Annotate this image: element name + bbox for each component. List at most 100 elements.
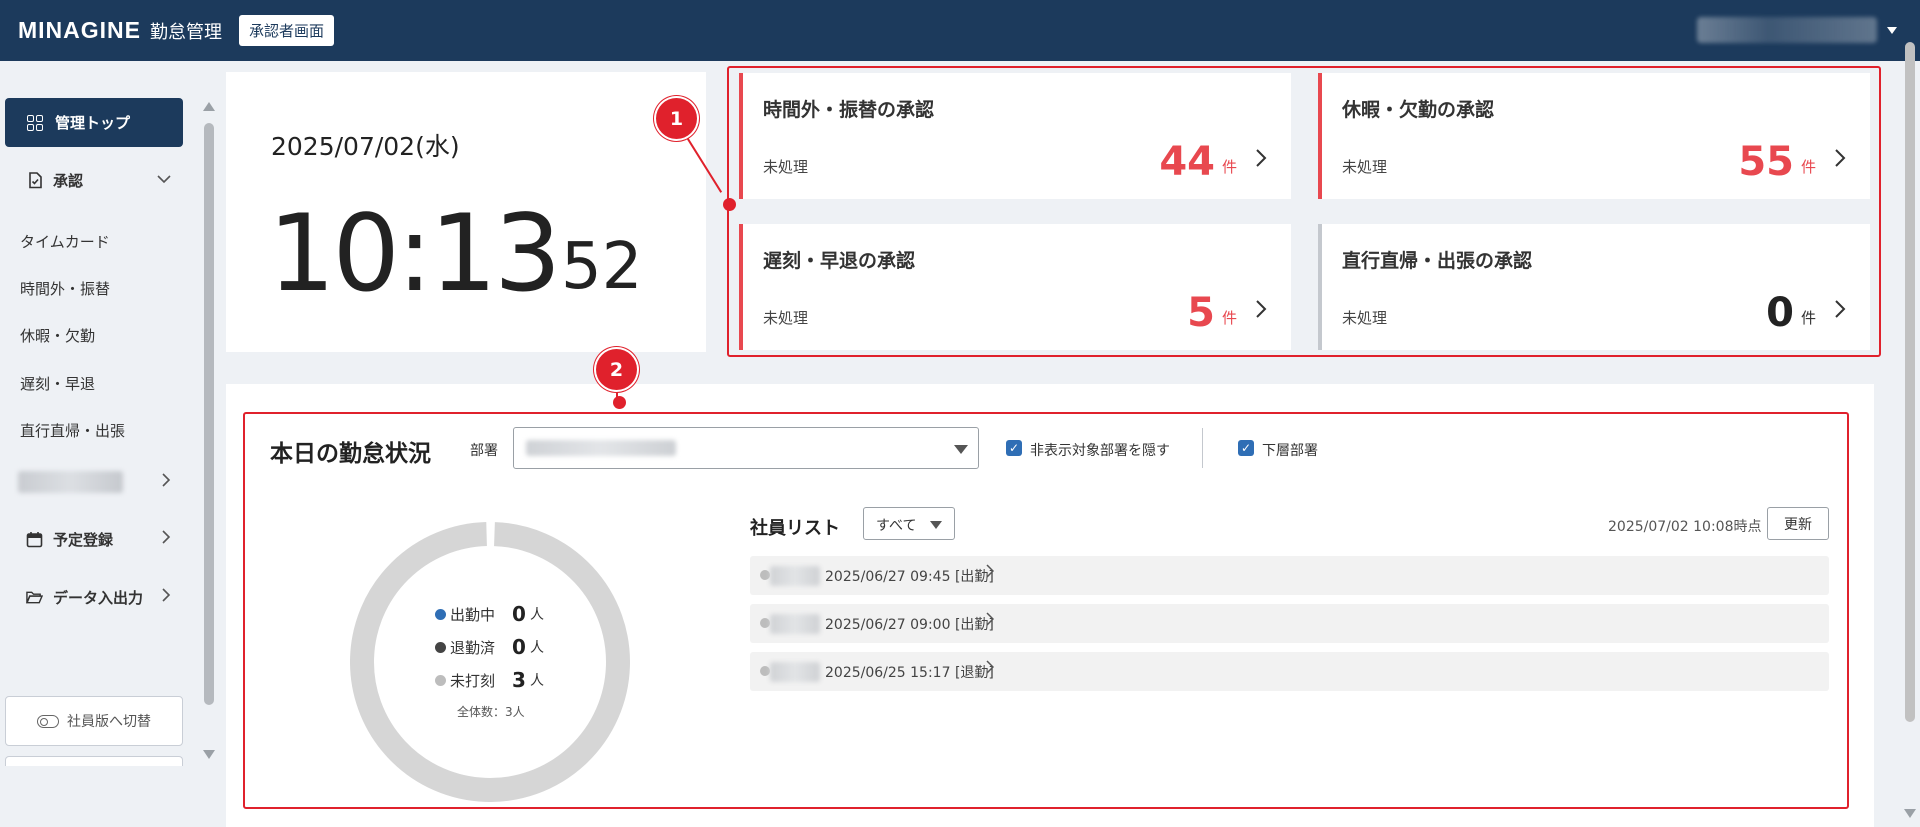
- employee-name-redacted: [770, 614, 820, 634]
- chevron-down-icon[interactable]: [157, 173, 171, 188]
- approval-card-leave[interactable]: 休暇・欠勤の承認 未処理 55 件: [1318, 73, 1870, 199]
- brand-logo[interactable]: MINAGINE: [18, 17, 141, 44]
- sidebar-item-admin-top[interactable]: 管理トップ: [5, 98, 183, 147]
- approval-title: 休暇・欠勤の承認: [1342, 99, 1495, 121]
- scroll-thumb[interactable]: [1905, 42, 1915, 722]
- approval-unit: 件: [1800, 158, 1816, 176]
- employee-name-redacted: [770, 566, 820, 586]
- sidebar-group-redacted[interactable]: [0, 462, 183, 502]
- employee-row[interactable]: 2025/06/27 09:45 [出勤]: [750, 556, 1829, 595]
- attendance-title: 本日の勤怠状況: [270, 441, 431, 467]
- employee-last-punch: 2025/06/25 15:17 [退勤]: [825, 665, 994, 681]
- legend-left: 退勤済 0 人: [435, 635, 544, 659]
- scroll-down-icon[interactable]: [1904, 809, 1916, 818]
- updated-timestamp: 2025/07/02 10:08時点: [1608, 519, 1762, 535]
- approval-count: 44: [1159, 139, 1215, 185]
- status-dot: [760, 570, 770, 580]
- chevron-right-icon[interactable]: [162, 588, 171, 606]
- department-label: 部署: [470, 443, 498, 459]
- sidebar-group-schedule[interactable]: 予定登録: [0, 519, 183, 559]
- app-name: 勤怠管理: [150, 21, 222, 43]
- caret-down-icon[interactable]: [1887, 26, 1897, 34]
- sidebar-group-label: データ入出力: [53, 588, 144, 607]
- switch-to-employee-button[interactable]: 社員版へ切替: [5, 696, 183, 746]
- redacted-label: [18, 471, 123, 493]
- employee-list-title: 社員リスト: [750, 518, 840, 539]
- chevron-right-icon[interactable]: [1834, 299, 1846, 325]
- approval-count: 0: [1766, 290, 1794, 336]
- legend-dot: [435, 608, 446, 620]
- approval-title: 直行直帰・出張の承認: [1342, 250, 1533, 272]
- window-scrollbar[interactable]: [1900, 42, 1920, 827]
- department-select[interactable]: [513, 427, 979, 469]
- divider: [1202, 428, 1203, 468]
- app-header: MINAGINE 勤怠管理 承認者画面: [0, 0, 1920, 61]
- partial-button[interactable]: [5, 756, 183, 766]
- sidebar-item-overtime[interactable]: 時間外・振替: [20, 278, 110, 299]
- chevron-right-icon[interactable]: [1255, 148, 1267, 174]
- chevron-right-icon[interactable]: [986, 659, 995, 679]
- employee-name-redacted: [770, 662, 820, 682]
- refresh-button[interactable]: 更新: [1767, 507, 1829, 540]
- approval-unit: 件: [1221, 309, 1237, 327]
- employee-last-punch: 2025/06/27 09:45 [出勤]: [825, 569, 994, 585]
- sidebar-scrollbar[interactable]: [201, 102, 217, 762]
- chevron-right-icon[interactable]: [162, 473, 171, 491]
- sidebar-item-leave[interactable]: 休暇・欠勤: [20, 325, 95, 346]
- chevron-right-icon[interactable]: [1834, 148, 1846, 174]
- calendar-icon: [26, 531, 43, 548]
- mode-badge: 承認者画面: [239, 15, 335, 46]
- sidebar-item-timecard[interactable]: タイムカード: [20, 231, 110, 252]
- clock-hours-minutes: 10:13: [268, 192, 561, 315]
- status-dot: [760, 618, 770, 628]
- caret-down-icon: [930, 521, 942, 529]
- scroll-down-icon[interactable]: [203, 750, 215, 759]
- current-date: 2025/07/02(水): [271, 132, 460, 161]
- sidebar-item-late[interactable]: 遅刻・早退: [20, 373, 95, 394]
- donut-segment-not-clocked: [350, 522, 630, 802]
- legend-working: 出勤中 0 人: [435, 602, 544, 626]
- approval-card-overtime[interactable]: 時間外・振替の承認 未処理 44 件: [739, 73, 1291, 199]
- legend-dot: [435, 641, 446, 653]
- user-menu[interactable]: [1697, 17, 1897, 43]
- folder-open-icon: [26, 589, 43, 606]
- user-name-redacted: [1697, 17, 1877, 43]
- hide-departments-label: 非表示対象部署を隠す: [1030, 443, 1170, 459]
- department-value-redacted: [526, 440, 676, 456]
- chevron-right-icon[interactable]: [1255, 299, 1267, 325]
- callout-2-anchor: [613, 396, 626, 409]
- sidebar-item-direct[interactable]: 直行直帰・出張: [20, 420, 125, 441]
- legend-dot: [435, 674, 446, 686]
- toggle-icon: [37, 714, 59, 728]
- callout-1-anchor: [723, 198, 736, 211]
- employee-row[interactable]: 2025/06/27 09:00 [出勤]: [750, 604, 1829, 643]
- sidebar-group-data-io[interactable]: データ入出力: [0, 577, 183, 617]
- chevron-right-icon[interactable]: [986, 611, 995, 631]
- approval-status-label: 未処理: [1342, 309, 1388, 327]
- scroll-up-icon[interactable]: [203, 102, 215, 111]
- status-filter-select[interactable]: すべて: [863, 507, 955, 540]
- sidebar-group-approval[interactable]: 承認: [0, 160, 183, 200]
- clock-card: 2025/07/02(水) 10:13 52: [226, 72, 706, 352]
- approval-title: 時間外・振替の承認: [763, 99, 935, 121]
- employee-last-punch: 2025/06/27 09:00 [出勤]: [825, 617, 994, 633]
- legend-not-clocked: 未打刻 3 人: [435, 668, 544, 692]
- scroll-thumb[interactable]: [204, 123, 214, 705]
- sidebar: 管理トップ 承認 タイムカード 時間外・振替 休暇・欠勤 遅刻・早退 直行直帰・…: [0, 61, 195, 827]
- sub-departments-checkbox[interactable]: ✓: [1238, 440, 1254, 456]
- approval-status-label: 未処理: [1342, 158, 1388, 176]
- hide-departments-checkbox[interactable]: ✓: [1006, 440, 1022, 456]
- approval-count: 5: [1187, 290, 1215, 336]
- approval-title: 遅刻・早退の承認: [763, 250, 916, 272]
- sidebar-group-label: 予定登録: [53, 530, 114, 549]
- approval-status-label: 未処理: [763, 309, 809, 327]
- caret-down-icon: [954, 445, 968, 454]
- chevron-right-icon[interactable]: [986, 563, 995, 583]
- employee-row[interactable]: 2025/06/25 15:17 [退勤]: [750, 652, 1829, 691]
- callout-1-badge: 1: [656, 98, 697, 139]
- approval-unit: 件: [1800, 309, 1816, 327]
- clock-seconds: 52: [561, 230, 643, 304]
- approval-card-direct[interactable]: 直行直帰・出張の承認 未処理 0 件: [1318, 224, 1870, 350]
- chevron-right-icon[interactable]: [162, 530, 171, 548]
- approval-card-late[interactable]: 遅刻・早退の承認 未処理 5 件: [739, 224, 1291, 350]
